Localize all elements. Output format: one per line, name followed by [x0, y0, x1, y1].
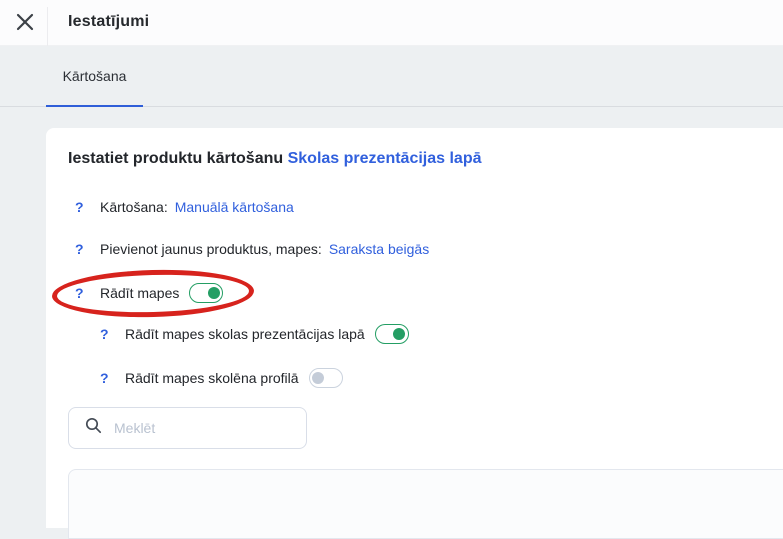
setting-row-sorting: ? Kārtošana: Manuālā kārtošana — [75, 197, 294, 217]
help-icon[interactable]: ? — [100, 370, 113, 386]
setting-label: Rādīt mapes — [100, 285, 179, 301]
show-folders-presentation-toggle[interactable] — [375, 324, 409, 344]
setting-value-link[interactable]: Saraksta beigās — [329, 241, 429, 257]
settings-panel: Iestatiet produktu kārtošanu Skolas prez… — [46, 128, 783, 528]
product-list-container — [68, 469, 783, 539]
toggle-knob — [393, 328, 405, 340]
setting-value-link[interactable]: Manuālā kārtošana — [175, 199, 294, 215]
heading-page-link[interactable]: Skolas prezentācijas lapā — [288, 150, 482, 167]
setting-label: Rādīt mapes skolēna profilā — [125, 370, 299, 386]
tab-kartosana[interactable]: Kārtošana — [46, 46, 143, 107]
help-icon[interactable]: ? — [75, 241, 88, 257]
page-title: Iestatījumi — [68, 13, 149, 31]
search-input[interactable] — [112, 419, 306, 437]
close-button[interactable] — [8, 6, 42, 40]
toggle-knob — [312, 372, 324, 384]
show-folders-toggle[interactable] — [189, 283, 223, 303]
help-icon[interactable]: ? — [100, 326, 113, 342]
setting-label: Rādīt mapes skolas prezentācijas lapā — [125, 326, 365, 342]
tab-strip: Kārtošana — [0, 46, 783, 107]
panel-heading: Iestatiet produktu kārtošanu Skolas prez… — [68, 150, 481, 168]
toggle-knob — [208, 287, 220, 299]
setting-row-show-folders-profile: ? Rādīt mapes skolēna profilā — [100, 368, 343, 388]
topbar-divider — [47, 7, 48, 46]
top-bar: Iestatījumi — [0, 0, 783, 46]
setting-label: Pievienot jaunus produktus, mapes: — [100, 241, 322, 257]
heading-text: Iestatiet produktu kārtošanu — [68, 150, 283, 167]
search-icon — [69, 417, 102, 439]
setting-row-show-folders: ? Rādīt mapes — [75, 283, 223, 303]
setting-row-new-products: ? Pievienot jaunus produktus, mapes: Sar… — [75, 239, 429, 259]
help-icon[interactable]: ? — [75, 285, 88, 301]
close-icon — [15, 12, 35, 35]
show-folders-profile-toggle[interactable] — [309, 368, 343, 388]
setting-label: Kārtošana: — [100, 199, 168, 215]
help-icon[interactable]: ? — [75, 199, 88, 215]
search-box — [68, 407, 307, 449]
setting-row-show-folders-presentation: ? Rādīt mapes skolas prezentācijas lapā — [100, 324, 409, 344]
